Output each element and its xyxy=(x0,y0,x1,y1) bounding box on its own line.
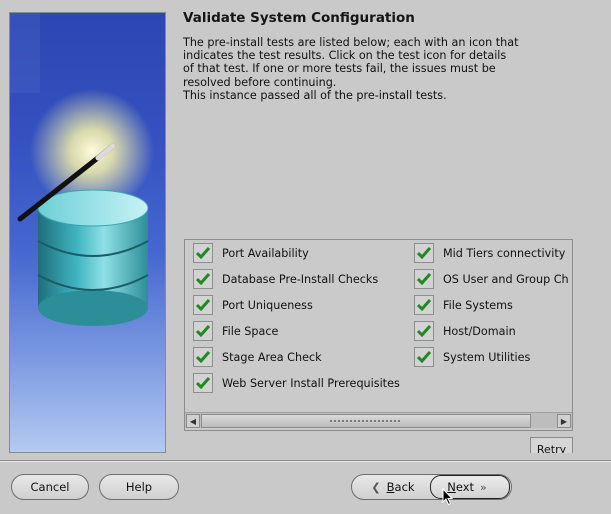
check-icon[interactable] xyxy=(193,243,213,263)
chevron-right-icon: » xyxy=(480,480,487,494)
page-title: Validate System Configuration xyxy=(183,10,415,26)
back-mnemonic: B xyxy=(386,480,395,494)
mouse-cursor-icon xyxy=(442,488,454,506)
test-label: File Systems xyxy=(443,298,513,312)
test-label: Port Availability xyxy=(222,246,309,260)
next-label-rest: ext xyxy=(455,480,475,494)
description-line: The pre-install tests are listed below; … xyxy=(183,36,519,49)
horizontal-scrollbar[interactable]: ◀ ▶ xyxy=(185,412,572,428)
test-results-panel: Port Availability Database Pre-Install C… xyxy=(184,239,573,431)
description-line: indicates the test results. Click on the… xyxy=(183,49,507,63)
test-item-database-pre-install: Database Pre-Install Checks xyxy=(193,268,378,290)
test-item-host-domain: Host/Domain xyxy=(414,320,516,342)
scrollbar-thumb[interactable] xyxy=(201,414,531,428)
test-label: Mid Tiers connectivity xyxy=(443,246,566,260)
wizard-illustration xyxy=(9,12,166,453)
test-label: Port Uniqueness xyxy=(222,298,313,312)
check-icon[interactable] xyxy=(193,269,213,289)
test-label: Host/Domain xyxy=(443,324,516,338)
test-item-port-uniqueness: Port Uniqueness xyxy=(193,294,313,316)
back-label-rest: ack xyxy=(394,480,415,494)
test-label: Stage Area Check xyxy=(222,350,322,364)
database-wand-icon xyxy=(10,13,154,326)
back-button[interactable]: ❮ Back xyxy=(352,474,428,500)
check-icon[interactable] xyxy=(414,269,434,289)
test-label: Web Server Install Prerequisites xyxy=(222,376,400,390)
help-button[interactable]: Help xyxy=(99,474,179,500)
page-description: The pre-install tests are listed below; … xyxy=(183,36,563,102)
check-icon[interactable] xyxy=(414,347,434,367)
test-label: File Space xyxy=(222,324,279,338)
test-label: System Utilities xyxy=(443,350,531,364)
test-item-port-availability: Port Availability xyxy=(193,242,309,264)
test-item-mid-tiers: Mid Tiers connectivity xyxy=(414,242,565,264)
footer-divider-highlight xyxy=(0,461,611,462)
check-icon[interactable] xyxy=(193,373,213,393)
test-item-os-user-group: OS User and Group Ch xyxy=(414,268,569,290)
help-label: Help xyxy=(125,480,153,494)
check-icon[interactable] xyxy=(193,321,213,341)
description-line: This instance passed all of the pre-inst… xyxy=(183,88,447,102)
check-icon[interactable] xyxy=(414,295,434,315)
test-label: Database Pre-Install Checks xyxy=(222,272,379,286)
cancel-label: Cancel xyxy=(30,480,70,494)
check-icon[interactable] xyxy=(414,321,434,341)
chevron-left-icon: ❮ xyxy=(371,480,381,494)
scroll-left-icon[interactable]: ◀ xyxy=(186,414,200,428)
scroll-right-icon[interactable]: ▶ xyxy=(557,414,571,428)
check-icon[interactable] xyxy=(193,295,213,315)
test-item-system-utilities: System Utilities xyxy=(414,346,530,368)
back-label: Back xyxy=(387,480,415,494)
cancel-button[interactable]: Cancel xyxy=(11,474,89,500)
description-line: of that test. If one or more tests fail,… xyxy=(183,62,496,76)
check-icon[interactable] xyxy=(414,243,434,263)
test-column-2: Mid Tiers connectivity OS User and Group… xyxy=(410,240,572,390)
test-item-file-space: File Space xyxy=(193,320,278,342)
test-item-file-systems: File Systems xyxy=(414,294,513,316)
check-icon[interactable] xyxy=(193,347,213,367)
description-line: resolved before continuing. xyxy=(183,75,337,89)
test-item-web-server-prereqs: Web Server Install Prerequisites xyxy=(193,372,400,394)
test-label: OS User and Group Ch xyxy=(443,272,569,286)
test-item-stage-area-check: Stage Area Check xyxy=(193,346,322,368)
retry-button[interactable]: Retry xyxy=(530,437,573,453)
